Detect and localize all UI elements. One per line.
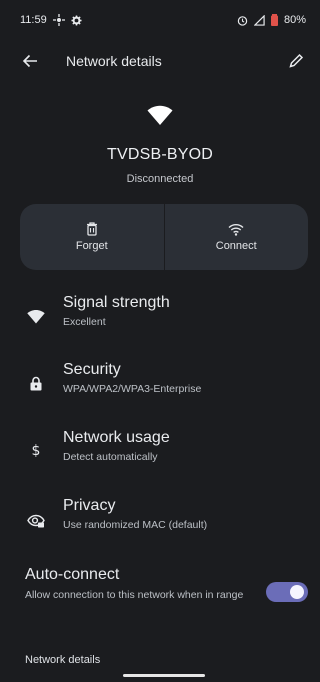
usage-text: Network usage Detect automatically [63, 429, 170, 463]
auto-connect-description: Allow connection to this network when in… [25, 589, 244, 601]
usage-value: Detect automatically [63, 451, 158, 463]
privacy-value: Use randomized MAC (default) [63, 519, 208, 531]
privacy-text: Privacy Use randomized MAC (default) [63, 497, 207, 531]
back-arrow-icon[interactable] [20, 51, 40, 71]
signal-title: Signal strength [63, 294, 170, 311]
vpn-icon [52, 14, 65, 26]
page-title: Network details [66, 53, 162, 69]
app-bar: Network details [0, 40, 320, 82]
battery-icon [270, 14, 278, 26]
status-time: 11:59 [20, 14, 47, 26]
security-text: Security WPA/WPA2/WPA3-Enterprise [63, 361, 201, 395]
status-left: 11:59 [20, 14, 82, 26]
lock-icon [26, 373, 46, 393]
signal-text: Signal strength Excellent [63, 294, 170, 328]
gesture-nav-bar[interactable] [123, 674, 205, 677]
edit-pencil-icon[interactable] [286, 51, 306, 71]
network-details-section-header: Network details [25, 654, 101, 666]
cell-signal-icon [253, 14, 265, 26]
trash-icon [86, 222, 97, 236]
status-bar: 11:59 80% [0, 0, 320, 40]
dollar-icon: $ [31, 443, 41, 459]
settings-gear-icon [71, 14, 82, 26]
auto-connect-title: Auto-connect [25, 566, 120, 583]
privacy-title: Privacy [63, 497, 116, 514]
alarm-icon [237, 15, 248, 26]
forget-label: Forget [75, 240, 108, 252]
list-item-signal-strength[interactable]: Signal strength Excellent [0, 294, 320, 354]
toggle-thumb [290, 585, 304, 599]
wifi-outline-icon [228, 223, 244, 236]
connection-state: Disconnected [126, 173, 194, 185]
connect-button[interactable]: Connect [165, 204, 309, 270]
list-item-privacy[interactable]: Privacy Use randomized MAC (default) [0, 497, 320, 557]
wifi-signal-icon [26, 306, 46, 326]
network-header: TVDSB-BYOD Disconnected [0, 104, 320, 185]
privacy-eye-icon [26, 511, 46, 531]
network-actions: Forget Connect [20, 204, 308, 270]
auto-connect-toggle[interactable] [266, 582, 308, 602]
network-details-screen: 11:59 80% Network details TVDSB-BYOD Dis… [0, 0, 320, 682]
signal-value: Excellent [63, 316, 106, 328]
usage-title: Network usage [63, 429, 170, 446]
connect-label: Connect [215, 239, 257, 252]
security-value: WPA/WPA2/WPA3-Enterprise [63, 383, 202, 395]
list-item-security[interactable]: Security WPA/WPA2/WPA3-Enterprise [0, 361, 320, 421]
forget-button[interactable]: Forget [20, 204, 164, 270]
security-title: Security [63, 361, 121, 378]
network-ssid: TVDSB-BYOD [106, 146, 213, 163]
wifi-large-icon [0, 104, 320, 126]
battery-percent: 80% [283, 14, 306, 26]
status-right: 80% [237, 14, 306, 26]
list-item-network-usage[interactable]: $ Network usage Detect automatically [0, 429, 320, 489]
